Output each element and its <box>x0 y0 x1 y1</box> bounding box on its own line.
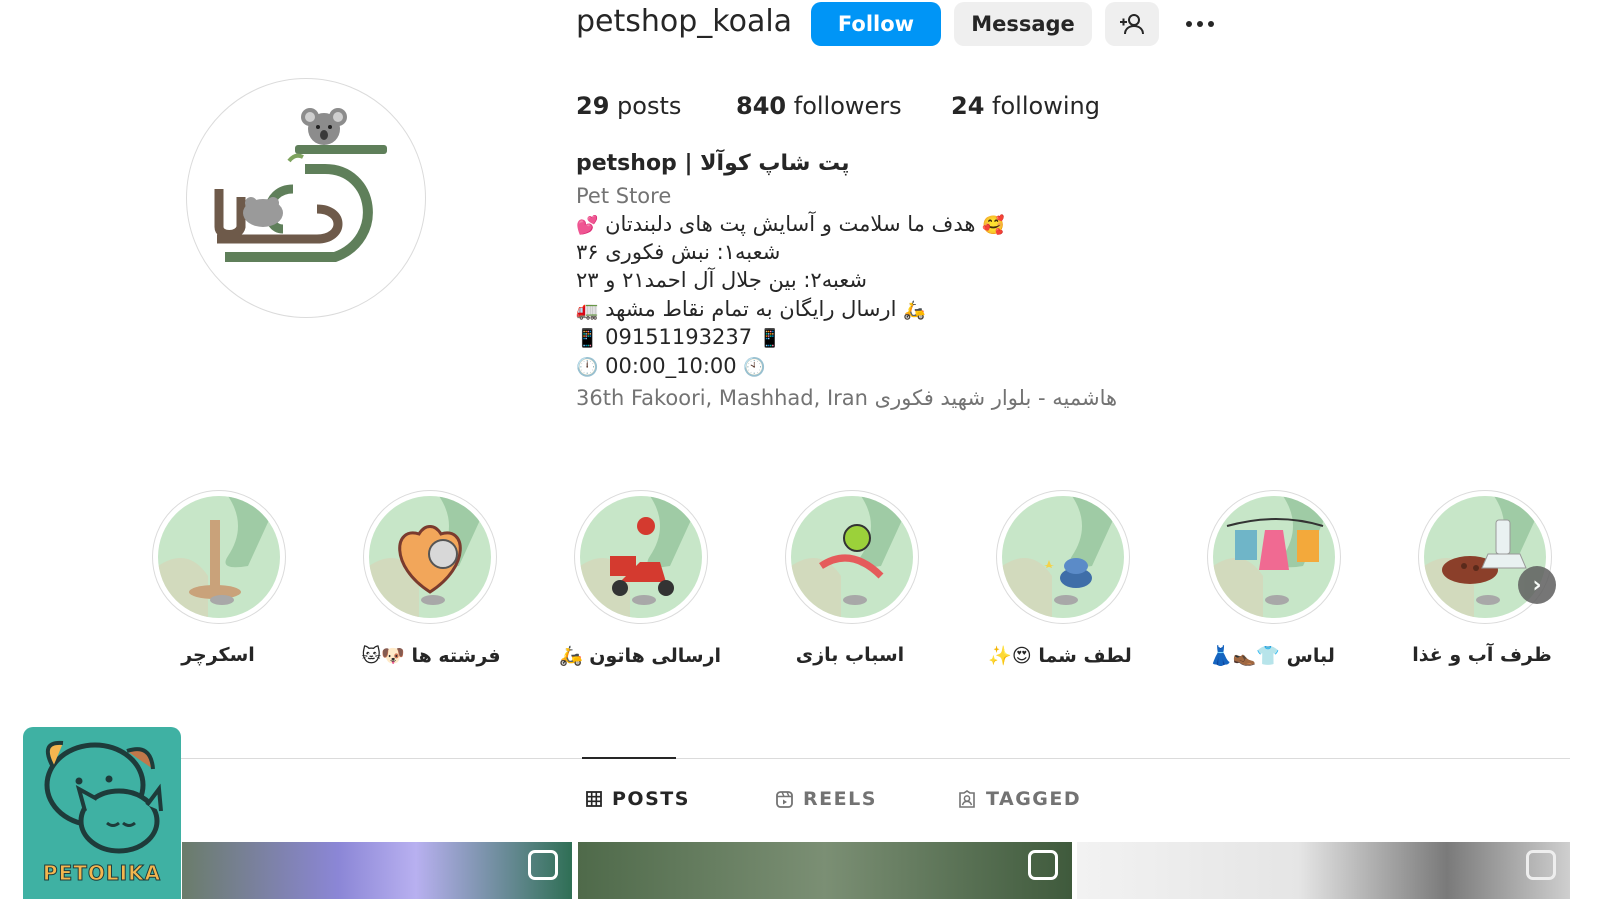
highlight-item[interactable]: اسکرچر <box>152 490 292 666</box>
active-tab-indicator <box>582 757 676 759</box>
posts-stat: 29 posts <box>576 92 681 120</box>
chevron-right-icon: › <box>1532 572 1542 598</box>
grid-icon <box>586 791 602 807</box>
tab-posts[interactable]: POSTS <box>586 788 690 810</box>
dot-icon <box>1186 21 1192 27</box>
highlight-cover <box>158 496 280 618</box>
followers-label: followers <box>793 92 902 120</box>
post-thumbnail[interactable] <box>1077 842 1570 899</box>
reels-icon <box>528 850 558 880</box>
highlights-next-button[interactable]: › <box>1518 566 1556 604</box>
highlight-cover-ring[interactable] <box>152 490 286 624</box>
highlight-label: ظرف آب و غذا <box>1412 644 1552 666</box>
highlight-item[interactable]: لباس 👕👞👗 <box>1207 490 1347 667</box>
tab-posts-label: POSTS <box>612 788 690 810</box>
emoji-phone: 📱 <box>758 328 782 349</box>
bio-text-delivery: ارسال رایگان به تمام نقاط مشهد <box>605 297 897 321</box>
bio-hours: 00:00_10:00 <box>605 354 737 378</box>
message-button[interactable]: Message <box>954 2 1092 46</box>
following-count: 24 <box>951 92 985 120</box>
petolika-logo-text: PETOLIKA <box>42 861 162 886</box>
tab-reels-label: REELS <box>803 788 877 810</box>
highlight-cover <box>580 496 702 618</box>
profile-username: petshop_koala <box>576 4 793 39</box>
bio-line-branch1: شعبه۱: نبش فکوری ۳۶ <box>576 240 781 264</box>
reels-icon <box>1028 850 1058 880</box>
highlight-cover-ring[interactable] <box>996 490 1130 624</box>
highlight-label: لطف شما 😍✨ <box>988 645 1132 667</box>
profile-avatar[interactable] <box>186 78 426 318</box>
highlight-label: ارسالی هاتون 🛵 <box>558 645 722 667</box>
highlight-label: اسباب بازی <box>795 644 905 666</box>
profile-category: Pet Store <box>576 184 672 208</box>
highlight-label: فرشته ها 🐶🐱 <box>361 645 501 667</box>
dot-icon <box>1208 21 1214 27</box>
rope-toy-icon <box>791 496 913 618</box>
highlight-label: لباس 👕👞👗 <box>1209 645 1335 667</box>
highlight-label: اسکرچر <box>181 644 255 666</box>
posts-label: posts <box>617 92 682 120</box>
tabs-divider <box>180 758 1570 759</box>
highlight-cover <box>791 496 913 618</box>
highlight-cover-ring[interactable] <box>1418 490 1552 624</box>
petolika-watermark: PETOLIKA <box>23 727 181 899</box>
tab-tagged-label: TAGGED <box>986 788 1082 810</box>
following-stat[interactable]: 24 following <box>951 92 1100 120</box>
highlight-cover <box>1213 496 1335 618</box>
add-user-icon <box>1120 14 1144 35</box>
delivery-scooter-icon <box>580 496 702 618</box>
tagged-icon <box>959 790 975 808</box>
profile-full-name: petshop | پت شاپ کوآلا <box>576 151 850 176</box>
followers-stat[interactable]: 840 followers <box>736 92 902 120</box>
reels-icon <box>1526 850 1556 880</box>
post-thumbnail[interactable] <box>578 842 1072 899</box>
bio-address-link[interactable]: 36th Fakoori, Mashhad, Iran هاشمیه - بلو… <box>576 384 1117 412</box>
tab-tagged[interactable]: TAGGED <box>958 788 1081 810</box>
emoji-smile: 🥰 <box>982 215 1005 236</box>
suggest-user-button[interactable] <box>1105 2 1159 46</box>
highlight-item[interactable]: لطف شما 😍✨ <box>988 490 1136 667</box>
highlight-item[interactable]: ارسالی هاتون 🛵 <box>559 490 721 667</box>
highlight-cover-ring[interactable] <box>363 490 497 624</box>
highlight-item[interactable]: فرشته ها 🐶🐱 <box>361 490 503 667</box>
scratcher-icon <box>158 496 280 618</box>
bio-line-branch2: شعبه۲: بین جلال آل احمد۲۱ و ۲۳ <box>576 268 868 292</box>
emoji-hearts: 💕 <box>576 215 599 236</box>
followers-count: 840 <box>736 92 787 120</box>
reels-icon <box>776 790 793 808</box>
koala-logo-icon <box>214 108 387 262</box>
bio-line-mission: 💕 هدف ما سلامت و آسایش پت های دلبندتان 🥰 <box>576 210 1005 240</box>
bio-line-hours: 🕛 00:00_10:00 🕙 <box>576 352 766 382</box>
highlight-item[interactable]: اسباب بازی <box>785 490 925 666</box>
emoji-truck: 🚛 <box>576 300 599 321</box>
bio-line-phone: 📱 09151193237 📱 <box>576 323 781 353</box>
follow-button[interactable]: Follow <box>811 2 941 46</box>
clothes-icon <box>1213 496 1335 618</box>
tab-reels[interactable]: REELS <box>776 788 877 810</box>
bio-text-mission: هدف ما سلامت و آسایش پت های دلبندتان <box>605 212 976 236</box>
emoji-clock: 🕙 <box>743 357 766 378</box>
dot-icon <box>1197 21 1203 27</box>
bio-line-delivery: 🚛 ارسال رایگان به تمام نقاط مشهد 🛵 <box>576 295 926 325</box>
pets-logo-icon <box>44 740 163 854</box>
bio-phone-number: 09151193237 <box>605 325 753 349</box>
post-thumbnail[interactable] <box>182 842 572 899</box>
following-label: following <box>992 92 1100 120</box>
highlight-cover-ring[interactable] <box>1207 490 1341 624</box>
posts-count: 29 <box>576 92 610 120</box>
highlight-cover-ring[interactable] <box>785 490 919 624</box>
emoji-scooter: 🛵 <box>903 300 926 321</box>
more-options-button[interactable] <box>1170 2 1230 46</box>
sparkle-icon <box>1002 496 1124 618</box>
emoji-phone: 📱 <box>576 328 599 349</box>
highlight-cover <box>1002 496 1124 618</box>
highlight-cover <box>369 496 491 618</box>
highlight-cover-ring[interactable] <box>574 490 708 624</box>
pets-heart-icon <box>369 496 491 618</box>
emoji-clock: 🕛 <box>576 357 599 378</box>
